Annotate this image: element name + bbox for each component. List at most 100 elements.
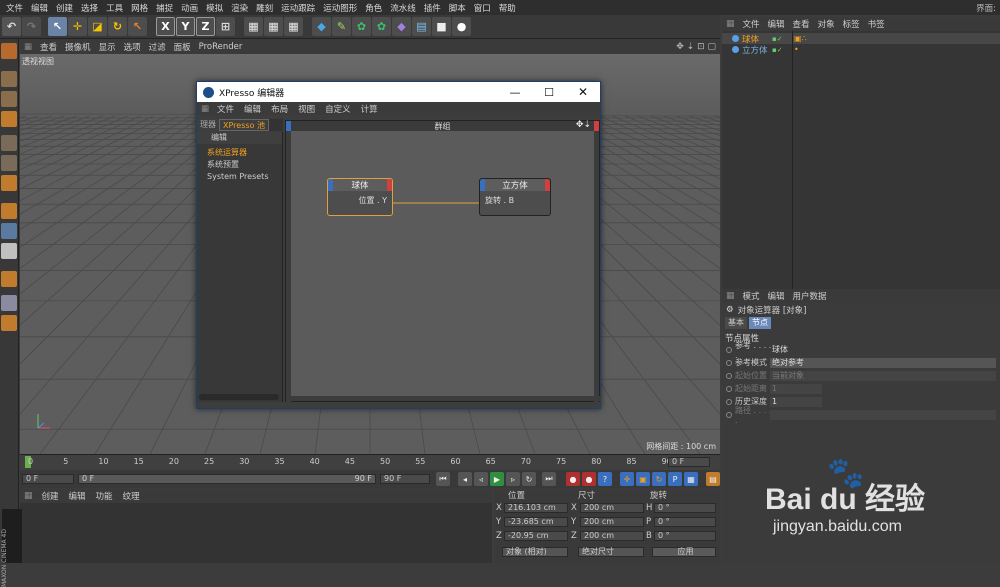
viewport-menu-item[interactable]: 面板 bbox=[170, 41, 195, 53]
subdivision-button[interactable]: ✿ bbox=[352, 17, 371, 36]
current-frame-field[interactable]: 0 F bbox=[668, 457, 710, 467]
menu-item[interactable]: 帮助 bbox=[495, 2, 520, 14]
coordinate-system-button[interactable]: ⊞ bbox=[216, 17, 235, 36]
attr-keyframe-icon[interactable] bbox=[726, 398, 732, 405]
edges-mode-icon[interactable] bbox=[1, 155, 17, 171]
xpresso-menu-item[interactable]: 布局 bbox=[266, 103, 293, 115]
viewport-menu-item[interactable]: 查看 bbox=[36, 41, 61, 53]
key-pla-button[interactable]: ▦ bbox=[684, 472, 698, 486]
size-field[interactable]: 200 cm bbox=[580, 517, 644, 527]
menu-item[interactable]: 网格 bbox=[127, 2, 152, 14]
undo-button[interactable]: ↶ bbox=[2, 17, 21, 36]
timeline-window-button[interactable]: ▤ bbox=[706, 472, 720, 486]
node-sphere-port[interactable]: 位置 . Y bbox=[328, 191, 392, 210]
snap-icon[interactable] bbox=[1, 243, 17, 259]
node-cube[interactable]: 立方体 旋转 . B bbox=[479, 178, 551, 216]
start-frame-field[interactable]: 0 F bbox=[22, 474, 74, 484]
rotation-field[interactable]: 0 ° bbox=[654, 531, 716, 541]
menu-item[interactable]: 运动跟踪 bbox=[277, 2, 319, 14]
tree-item-system-presets-cn[interactable]: 系统预置 bbox=[207, 159, 282, 171]
menu-item[interactable]: 工具 bbox=[102, 2, 127, 14]
render-settings-button[interactable]: ▦ bbox=[284, 17, 303, 36]
viewport-menu-item[interactable]: 选项 bbox=[120, 41, 145, 53]
tab-manager[interactable]: 理器 bbox=[197, 119, 219, 131]
xpresso-menu-item[interactable]: 编辑 bbox=[239, 103, 266, 115]
grid-icon[interactable] bbox=[1, 295, 17, 311]
menu-item[interactable]: 选择 bbox=[77, 2, 102, 14]
texture-mode-icon[interactable] bbox=[1, 91, 17, 107]
attr-value-field[interactable]: 绝对参考 bbox=[770, 357, 996, 368]
menu-item[interactable]: 运动图形 bbox=[319, 2, 361, 14]
visibility-check-icon[interactable]: ▪✓ bbox=[772, 35, 783, 43]
size-field[interactable]: 200 cm bbox=[580, 531, 644, 541]
attr-keyframe-icon[interactable] bbox=[726, 372, 732, 379]
viewport-menu-item[interactable]: 显示 bbox=[95, 41, 120, 53]
prev-frame-button[interactable]: ◃ bbox=[474, 472, 488, 486]
z-axis-lock-button[interactable]: Z bbox=[196, 17, 215, 36]
xpresso-menu-item[interactable]: 视图 bbox=[293, 103, 320, 115]
attr-value-field[interactable]: 1 bbox=[770, 396, 822, 407]
model-mode-icon[interactable] bbox=[1, 71, 17, 87]
menu-item[interactable]: 脚本 bbox=[445, 2, 470, 14]
attr-value-field[interactable]: 当前对象 bbox=[770, 370, 996, 381]
magnet-icon[interactable] bbox=[1, 271, 17, 287]
node-sphere[interactable]: 球体 位置 . Y bbox=[327, 178, 393, 216]
light-button[interactable]: ● bbox=[452, 17, 471, 36]
material-menu-item[interactable]: 纹理 bbox=[118, 490, 145, 502]
object-menu-item[interactable]: 对象 bbox=[814, 18, 839, 30]
x-axis-lock-button[interactable]: X bbox=[156, 17, 175, 36]
tree-item-system-presets[interactable]: System Presets bbox=[207, 171, 282, 183]
object-menu-item[interactable]: 书签 bbox=[864, 18, 889, 30]
pool-scrollbar[interactable] bbox=[199, 394, 279, 400]
render-picture-viewer-button[interactable]: ▦ bbox=[264, 17, 283, 36]
attr-menu-item[interactable]: 编辑 bbox=[764, 290, 789, 302]
attr-keyframe-icon[interactable] bbox=[726, 411, 732, 418]
timeline-ruler[interactable]: 0 5 10 15 20 25 30 35 40 45 50 55 60 65 70 75 80 85 90 0 F bbox=[20, 454, 720, 470]
position-field[interactable]: -23.685 cm bbox=[504, 517, 568, 527]
viewport-nav-icons[interactable]: ✥ ⇣ ⊡ ▢ bbox=[672, 42, 720, 52]
xpresso-menu-item[interactable]: 计算 bbox=[356, 103, 383, 115]
move-tool-button[interactable]: ✛ bbox=[68, 17, 87, 36]
lock-workplane-icon[interactable] bbox=[1, 315, 17, 331]
object-row[interactable]: 立方体 ▪✓ • bbox=[722, 44, 1000, 56]
material-menu-item[interactable]: 编辑 bbox=[64, 490, 91, 502]
menu-item[interactable]: 流水线 bbox=[386, 2, 420, 14]
tab-xpresso-pool[interactable]: XPresso 池 bbox=[219, 119, 269, 131]
menu-item[interactable]: 编辑 bbox=[27, 2, 52, 14]
coord-mode-dropdown[interactable]: 对象 (相对) bbox=[502, 547, 568, 557]
pen-spline-button[interactable]: ✎ bbox=[332, 17, 351, 36]
make-editable-icon[interactable] bbox=[1, 43, 17, 59]
object-menu-item[interactable]: 编辑 bbox=[764, 18, 789, 30]
position-field[interactable]: -20.95 cm bbox=[504, 531, 568, 541]
floor-button[interactable]: ▤ bbox=[412, 17, 431, 36]
workplane-icon[interactable] bbox=[1, 111, 17, 127]
menu-item[interactable]: 创建 bbox=[52, 2, 77, 14]
rotation-field[interactable]: 0 ° bbox=[654, 503, 716, 513]
attr-keyframe-icon[interactable] bbox=[726, 346, 732, 353]
key-position-button[interactable]: ✛ bbox=[620, 472, 634, 486]
tab-node[interactable]: 节点 bbox=[749, 317, 771, 329]
object-menu-item[interactable]: 文件 bbox=[739, 18, 764, 30]
material-menu-item[interactable]: 创建 bbox=[37, 490, 64, 502]
position-field[interactable]: 216.103 cm bbox=[504, 503, 568, 513]
object-row[interactable]: 球体 ▪✓ ▣∴ bbox=[722, 33, 1000, 45]
redo-button[interactable]: ↷ bbox=[22, 17, 41, 36]
recent-tool-button[interactable]: ↖ bbox=[128, 17, 147, 36]
xpresso-tag-icon[interactable]: • bbox=[794, 45, 799, 54]
polygons-mode-icon[interactable] bbox=[1, 175, 17, 191]
viewport-menu-item[interactable]: 过滤 bbox=[145, 41, 170, 53]
viewport-menu-item[interactable]: 摄像机 bbox=[61, 41, 95, 53]
next-key-button[interactable]: ↻ bbox=[522, 472, 536, 486]
xpresso-menu-item[interactable]: 文件 bbox=[212, 103, 239, 115]
attr-value-field[interactable] bbox=[770, 409, 996, 420]
scale-tool-button[interactable]: ◪ bbox=[88, 17, 107, 36]
menu-item[interactable]: 动画 bbox=[177, 2, 202, 14]
key-parameter-button[interactable]: P bbox=[668, 472, 682, 486]
material-menu-item[interactable]: 功能 bbox=[91, 490, 118, 502]
keyframe-selection-button[interactable]: ? bbox=[598, 472, 612, 486]
attr-menu-item[interactable]: 用户数据 bbox=[789, 290, 831, 302]
tweak-mode-icon[interactable] bbox=[1, 223, 17, 239]
render-view-button[interactable]: ▦ bbox=[244, 17, 263, 36]
attr-keyframe-icon[interactable] bbox=[726, 359, 732, 366]
rotation-field[interactable]: 0 ° bbox=[654, 517, 716, 527]
